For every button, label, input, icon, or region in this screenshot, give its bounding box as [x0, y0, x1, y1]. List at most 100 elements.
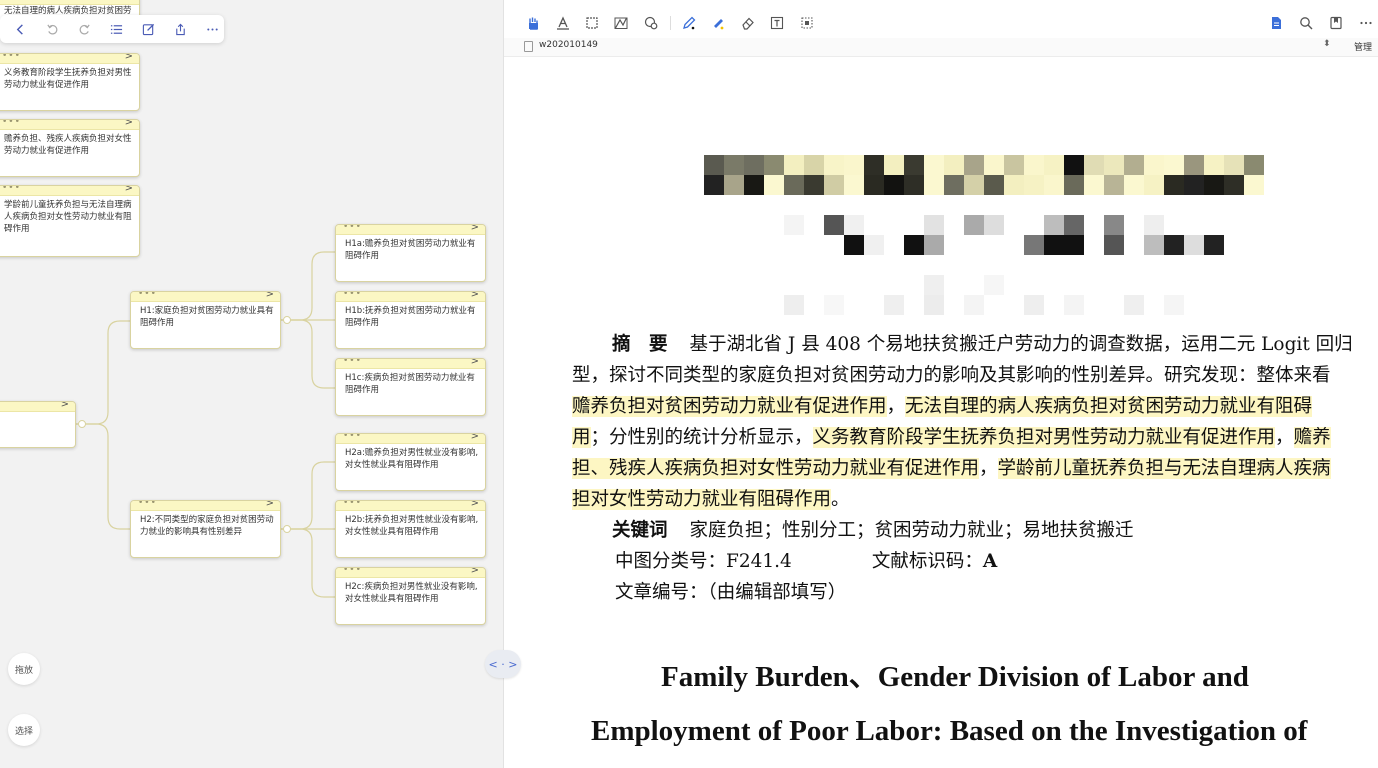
mindmap-node-h2a[interactable]: ••• > H2a:赡养负担对男性就业没有影响,对女性就业具有阻碍作用	[335, 433, 486, 491]
crop-icon[interactable]	[798, 14, 816, 32]
file-icon	[524, 41, 533, 52]
mindmap-node-h2b[interactable]: ••• > H2b:抚养负担对男性就业没有影响,对女性就业具有阻碍作用	[335, 500, 486, 558]
article-number-line: 文章编号：（由编辑部填写）	[572, 577, 1378, 608]
node-header: ••• >	[336, 434, 485, 444]
chevron-right-icon[interactable]: >	[471, 292, 479, 300]
highlight-annotation[interactable]: 赡养	[1293, 427, 1331, 448]
annotation-toolbar	[504, 8, 1378, 36]
node-header: ••• >	[131, 292, 280, 302]
undo-icon[interactable]	[40, 17, 64, 41]
hand-icon[interactable]	[524, 14, 542, 32]
collapse-handle[interactable]	[283, 525, 291, 533]
redo-icon[interactable]	[72, 17, 96, 41]
mindmap-toolbar	[0, 15, 224, 43]
keywords-label: 关键词	[612, 520, 668, 541]
more-icon[interactable]	[200, 17, 224, 41]
stamp-icon[interactable]	[642, 14, 660, 32]
chevron-right-icon[interactable]: >	[125, 54, 133, 62]
node-text: 赡养负担、残疾人疾病负担对女性劳动力就业有促进作用	[4, 134, 132, 156]
shape-icon[interactable]	[612, 14, 630, 32]
mindmap-canvas[interactable]: ••• 无法自理的病人疾病负担对贫困劳动力就业有阻碍作用 •••> 义务教育阶段…	[0, 0, 502, 768]
node-header: ••• >	[131, 501, 280, 511]
mindmap-node-h2c[interactable]: ••• > H2c:疾病负担对男性就业没有影响,对女性就业具有阻碍作用	[335, 567, 486, 625]
area-select-icon[interactable]	[583, 14, 601, 32]
node-text: H1a:赡养负担对贫困劳动力就业有阻碍作用	[345, 239, 476, 261]
keywords-line: 关键词 家庭负担；性别分工；贫困劳动力就业；易地扶贫搬迁	[572, 515, 1378, 546]
highlight-annotation[interactable]: 学龄前儿童抚养负担与无法自理病人疾病	[997, 458, 1331, 479]
textbox-icon[interactable]	[768, 14, 786, 32]
node-header: ••• >	[0, 120, 139, 130]
pen-icon[interactable]	[680, 14, 698, 32]
mindmap-node-h1b[interactable]: ••• > H1b:抚养负担对贫困劳动力就业有阻碍作用	[335, 291, 486, 349]
more-icon[interactable]	[1357, 14, 1375, 32]
chevron-right-icon[interactable]: >	[125, 186, 133, 194]
highlight-annotation[interactable]: 赡养负担对贫困劳动力就业有促进作用	[572, 396, 887, 417]
doc-code-value: A	[982, 551, 998, 572]
manage-button[interactable]: 管理	[1354, 40, 1372, 53]
highlight-annotation[interactable]: 义务教育阶段学生抚养负担对男性劳动力就业有促进作用	[812, 427, 1276, 448]
document-tab-bar: w202010149 ⬍ 管理	[504, 38, 1378, 57]
abstract-text: 型，探讨不同类型的家庭负担对贫困劳动力的影响及其影响的性别差异。研究发现：整体来…	[572, 365, 1331, 386]
chevron-right-icon[interactable]: >	[471, 568, 479, 576]
collapse-handle[interactable]	[78, 420, 86, 428]
node-header: •••	[0, 0, 139, 5]
english-title-line-1: Family Burden、Gender Division of Labor a…	[661, 661, 1249, 693]
chevron-right-icon[interactable]: >	[125, 120, 133, 128]
node-text: H1b:抚养负担对贫困劳动力就业有阻碍作用	[345, 306, 476, 328]
keywords-text: 家庭负担；性别分工；贫困劳动力就业；易地扶贫搬迁	[689, 520, 1134, 541]
collapse-handle[interactable]	[283, 316, 291, 324]
mindmap-node-h2[interactable]: ••• > H2:不同类型的家庭负担对贫困劳动力就业的影响具有性别差异	[130, 500, 281, 558]
mindmap-node[interactable]: ••• > 义务教育阶段学生抚养负担对男性劳动力就业有促进作用	[0, 53, 140, 111]
share-icon[interactable]	[168, 17, 192, 41]
mindmap-node[interactable]: ••• > 学龄前儿童抚养负担与无法自理病人疾病负担对女性劳动力就业有阻碍作用	[0, 185, 140, 257]
edit-icon[interactable]	[136, 17, 160, 41]
abstract-line: 摘 要基于湖北省 J 县 408 个易地扶贫搬迁户劳动力的调查数据，运用二元 L…	[572, 329, 1378, 360]
toolbar-divider	[670, 16, 671, 30]
mindmap-node[interactable]: ••• > 赡养负担、残疾人疾病负担对女性劳动力就业有促进作用	[0, 119, 140, 177]
mindmap-node-h1a[interactable]: ••• > H1a:赡养负担对贫困劳动力就业有阻碍作用	[335, 224, 486, 282]
drag-mode-button[interactable]: 拖放	[8, 653, 40, 685]
eraser-icon[interactable]	[739, 14, 757, 32]
abstract-line: 担对女性劳动力就业有阻碍作用。	[572, 484, 1378, 515]
mindmap-node-h1[interactable]: ••• > H1:家庭负担对贫困劳动力就业具有阻碍作用	[130, 291, 281, 349]
chevron-right-icon[interactable]: >	[471, 359, 479, 367]
abstract-line: 赡养负担对贫困劳动力就业有促进作用，无法自理的病人疾病负担对贫困劳动力就业有阻碍	[572, 391, 1378, 422]
abstract-label: 摘 要	[612, 334, 668, 355]
bookmark-icon[interactable]	[1327, 14, 1345, 32]
select-mode-button[interactable]: 选择	[8, 714, 40, 746]
highlight-annotation[interactable]: 无法自理的病人疾病负担对贫困劳动力就业有阻碍	[905, 396, 1313, 417]
chevron-right-icon[interactable]: >	[266, 292, 274, 300]
node-text: 义务教育阶段学生抚养负担对男性劳动力就业有促进作用	[4, 68, 132, 90]
chevron-right-icon[interactable]: >	[471, 434, 479, 442]
chevron-right-icon[interactable]: >	[471, 225, 479, 233]
abstract-text: ；分性别的统计分析显示，	[590, 427, 813, 448]
text-highlight-icon[interactable]	[554, 14, 572, 32]
sort-icon[interactable]: ⬍	[1323, 39, 1331, 49]
node-header: ••• >	[336, 359, 485, 369]
chevron-right-icon[interactable]: >	[471, 501, 479, 509]
english-title-line-2: Employment of Poor Labor: Based on the I…	[591, 715, 1308, 747]
node-header: ••• >	[0, 186, 139, 196]
mindmap-node-h1c[interactable]: ••• > H1c:疾病负担对贫困劳动力就业有阻碍作用	[335, 358, 486, 416]
chevron-right-icon[interactable]: >	[266, 501, 274, 509]
node-text: 学龄前儿童抚养负担与无法自理病人疾病负担对女性劳动力就业有阻碍作用	[4, 200, 132, 234]
pdf-page[interactable]: 摘 要基于湖北省 J 县 408 个易地扶贫搬迁户劳动力的调查数据，运用二元 L…	[504, 57, 1378, 768]
search-icon[interactable]	[1297, 14, 1315, 32]
chevron-right-icon[interactable]: >	[61, 402, 69, 410]
node-text: H2a:赡养负担对男性就业没有影响,对女性就业具有阻碍作用	[345, 448, 479, 470]
abstract-text: ，	[1275, 427, 1294, 448]
node-header: ••• >	[336, 292, 485, 302]
highlight-annotation[interactable]: 用	[572, 427, 591, 448]
highlighter-icon[interactable]	[709, 14, 727, 32]
abstract-text: ，	[886, 396, 906, 417]
outline-icon[interactable]	[104, 17, 128, 41]
highlight-annotation[interactable]: 担、残疾人疾病负担对女性劳动力就业有促进作用	[572, 458, 980, 479]
mindmap-root-node[interactable]: >	[0, 401, 76, 448]
highlight-annotation[interactable]: 担对女性劳动力就业有阻碍作用	[572, 489, 832, 510]
abstract-text: 基于湖北省 J 县 408 个易地扶贫搬迁户劳动力的调查数据，运用二元 Logi…	[689, 334, 1353, 355]
pane-splitter-handle[interactable]: < · >	[485, 650, 521, 678]
document-icon[interactable]	[1267, 14, 1285, 32]
document-tab[interactable]: w202010149	[539, 40, 598, 50]
back-icon[interactable]	[8, 17, 32, 41]
node-header: ••• >	[0, 54, 139, 64]
